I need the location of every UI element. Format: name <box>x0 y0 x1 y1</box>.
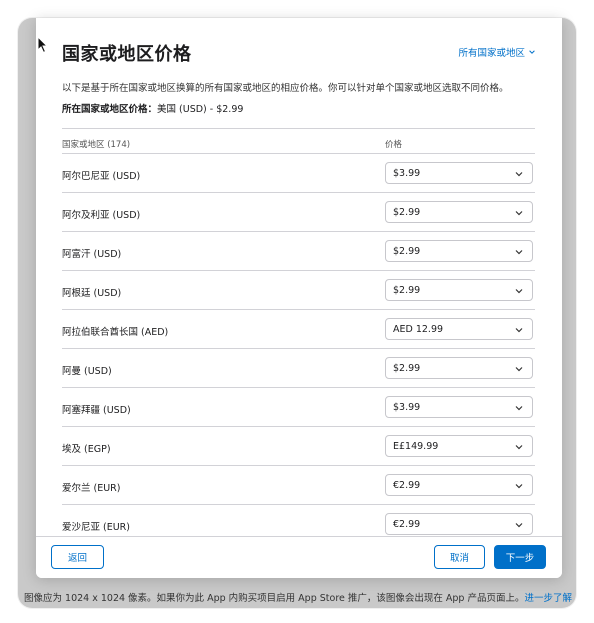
price-table: 国家或地区 (174) 价格 阿尔巴尼亚 (USD) $3.99 阿尔及利亚 (… <box>62 128 535 537</box>
price-value: $2.99 <box>393 363 421 374</box>
base-price-value: 美国 (USD) - $2.99 <box>157 104 244 115</box>
region-filter-dropdown[interactable]: 所有国家或地区 <box>458 45 536 59</box>
table-row: 阿拉伯联合酋长国 (AED) AED 12.99 <box>62 310 535 349</box>
region-name: 爱沙尼亚 (EUR) <box>62 522 130 533</box>
region-name: 阿尔巴尼亚 (USD) <box>62 171 141 182</box>
table-row: 阿尔巴尼亚 (USD) $3.99 <box>62 154 535 193</box>
back-button[interactable]: 返回 <box>51 545 104 569</box>
chevron-down-icon <box>515 250 523 255</box>
table-row: 阿曼 (USD) $2.99 <box>62 349 535 388</box>
region-name: 爱尔兰 (EUR) <box>62 483 121 494</box>
price-select[interactable]: $2.99 <box>385 279 533 301</box>
table-row: 阿塞拜疆 (USD) $3.99 <box>62 388 535 427</box>
chevron-down-icon <box>515 406 523 411</box>
table-row: 爱尔兰 (EUR) €2.99 <box>62 466 535 505</box>
region-name: 埃及 (EGP) <box>62 444 111 455</box>
chevron-down-icon <box>515 211 523 216</box>
chevron-down-icon <box>515 289 523 294</box>
chevron-down-icon <box>515 523 523 528</box>
price-select[interactable]: $3.99 <box>385 396 533 418</box>
price-value: $3.99 <box>393 402 421 413</box>
column-header-price: 价格 <box>385 140 403 150</box>
table-header: 国家或地区 (174) 价格 <box>62 129 535 154</box>
table-row: 阿尔及利亚 (USD) $2.99 <box>62 193 535 232</box>
region-filter-label: 所有国家或地区 <box>458 48 525 59</box>
price-value: E£149.99 <box>393 441 439 452</box>
dialog-description: 以下是基于所在国家或地区换算的所有国家或地区的相应价格。你可以针对单个国家或地区… <box>62 83 509 94</box>
price-select[interactable]: €2.99 <box>385 513 533 535</box>
table-row: 爱沙尼亚 (EUR) €2.99 <box>62 505 535 537</box>
region-name: 阿曼 (USD) <box>62 366 112 377</box>
next-button[interactable]: 下一步 <box>494 545 546 569</box>
region-name: 阿拉伯联合酋长国 (AED) <box>62 327 169 338</box>
region-name: 阿尔及利亚 (USD) <box>62 210 141 221</box>
price-value: €2.99 <box>393 480 421 491</box>
price-select[interactable]: $2.99 <box>385 240 533 262</box>
region-price-dialog: 国家或地区价格 所有国家或地区 以下是基于所在国家或地区换算的所有国家或地区的相… <box>36 18 562 578</box>
base-price-line: 所在国家或地区价格：美国 (USD) - $2.99 <box>62 101 243 115</box>
cancel-button[interactable]: 取消 <box>434 545 485 569</box>
region-name: 阿富汗 (USD) <box>62 249 122 260</box>
price-value: $2.99 <box>393 207 421 218</box>
image-size-note: 图像应为 1024 x 1024 像素。如果你为此 App 内购买项目启用 Ap… <box>24 590 574 604</box>
price-value: €2.99 <box>393 519 421 530</box>
price-select[interactable]: $2.99 <box>385 201 533 223</box>
mouse-pointer-icon <box>37 36 49 54</box>
price-value: $2.99 <box>393 246 421 257</box>
price-value: AED 12.99 <box>393 324 444 335</box>
image-size-note-text: 图像应为 1024 x 1024 像素。如果你为此 App 内购买项目启用 Ap… <box>24 593 525 604</box>
price-select[interactable]: $2.99 <box>385 357 533 379</box>
table-row: 阿根廷 (USD) $2.99 <box>62 271 535 310</box>
base-price-label: 所在国家或地区价格： <box>62 104 158 115</box>
chevron-down-icon <box>515 172 523 177</box>
dialog-footer: 返回 取消 下一步 <box>36 536 562 578</box>
table-row: 埃及 (EGP) E£149.99 <box>62 427 535 466</box>
price-select[interactable]: $3.99 <box>385 162 533 184</box>
price-select[interactable]: E£149.99 <box>385 435 533 457</box>
price-value: $3.99 <box>393 168 421 179</box>
column-header-region: 国家或地区 (174) <box>62 140 131 150</box>
learn-more-link[interactable]: 进一步了解 <box>524 593 572 604</box>
chevron-down-icon <box>515 367 523 372</box>
region-name: 阿根廷 (USD) <box>62 288 122 299</box>
price-select[interactable]: €2.99 <box>385 474 533 496</box>
price-select[interactable]: AED 12.99 <box>385 318 533 340</box>
table-row: 阿富汗 (USD) $2.99 <box>62 232 535 271</box>
chevron-down-icon <box>515 484 523 489</box>
chevron-down-icon <box>515 328 523 333</box>
chevron-down-icon <box>515 445 523 450</box>
chevron-down-icon <box>529 50 535 54</box>
dialog-title: 国家或地区价格 <box>62 44 192 65</box>
region-name: 阿塞拜疆 (USD) <box>62 405 131 416</box>
price-value: $2.99 <box>393 285 421 296</box>
